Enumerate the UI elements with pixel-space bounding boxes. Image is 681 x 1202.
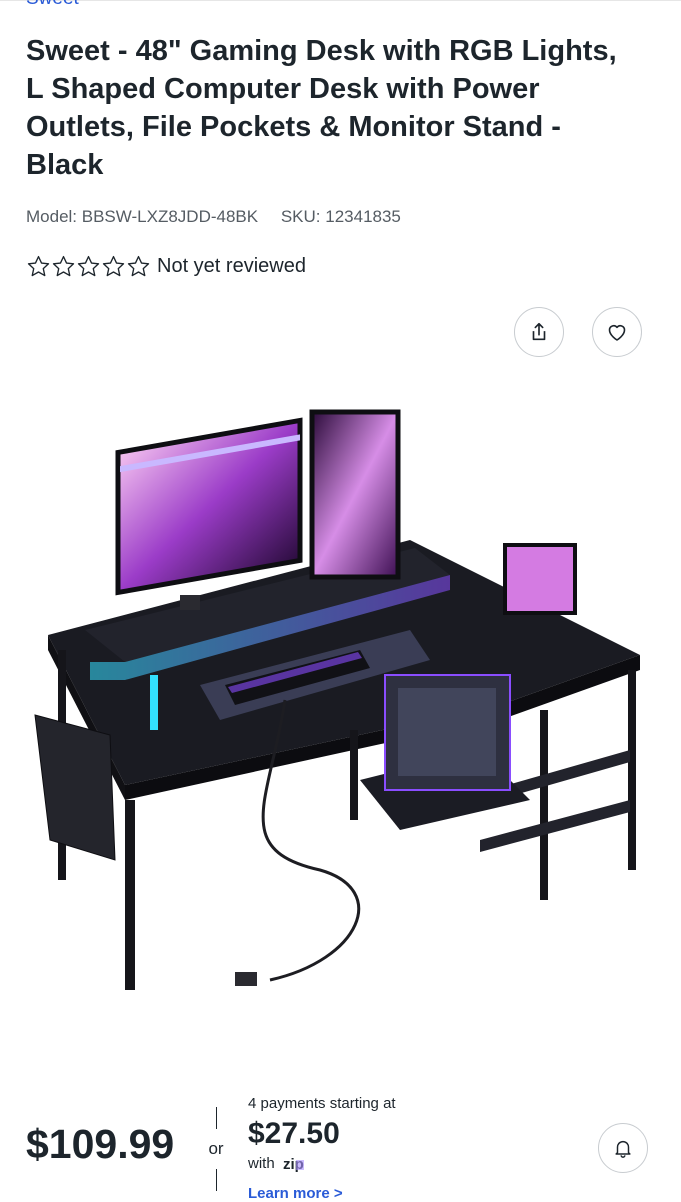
star-empty-icon — [27, 255, 50, 277]
heart-icon — [608, 325, 626, 341]
model-number: Model: BBSW-LXZ8JDD-48BK — [26, 207, 259, 226]
or-separator: or — [205, 1107, 227, 1191]
star-empty-icon — [77, 255, 100, 277]
sku-number: SKU: 12341835 — [280, 207, 401, 226]
bell-icon — [615, 1140, 631, 1158]
star-empty-icon — [127, 255, 150, 277]
star-empty-icon — [102, 255, 125, 277]
notify-button[interactable] — [598, 1123, 648, 1173]
payments-label: 4 payments starting at — [248, 1095, 396, 1112]
share-icon — [532, 322, 546, 341]
share-button[interactable] — [514, 307, 564, 357]
product-image[interactable] — [30, 400, 650, 1010]
rating-summary[interactable]: Not yet reviewed — [26, 254, 306, 279]
product-title: Sweet - 48" Gaming Desk with RGB Lights,… — [26, 35, 617, 181]
favorite-button[interactable] — [592, 307, 642, 357]
star-empty-icon — [52, 255, 75, 277]
divider — [215, 1169, 217, 1191]
divider — [215, 1107, 217, 1129]
rating-text: Not yet reviewed — [157, 255, 306, 277]
pricing-section: $109.99 or 4 payments starting at $27.50… — [0, 1085, 681, 1202]
learn-more-link[interactable]: Learn more > — [248, 1185, 343, 1202]
star-rating — [26, 254, 151, 279]
zip-logo: zip — [283, 1156, 323, 1172]
product-meta: Model: BBSW-LXZ8JDD-48BK SKU: 12341835 — [26, 207, 401, 227]
payment-provider-row: with zip — [248, 1155, 323, 1172]
product-price: $109.99 — [26, 1121, 175, 1167]
installment-price: $27.50 — [248, 1117, 340, 1150]
top-divider — [0, 0, 681, 1]
zip-logo-icon: zip — [283, 1156, 304, 1172]
or-label: or — [208, 1139, 224, 1158]
brand-link[interactable]: Sweet — [26, 0, 79, 10]
with-label: with — [248, 1155, 275, 1172]
